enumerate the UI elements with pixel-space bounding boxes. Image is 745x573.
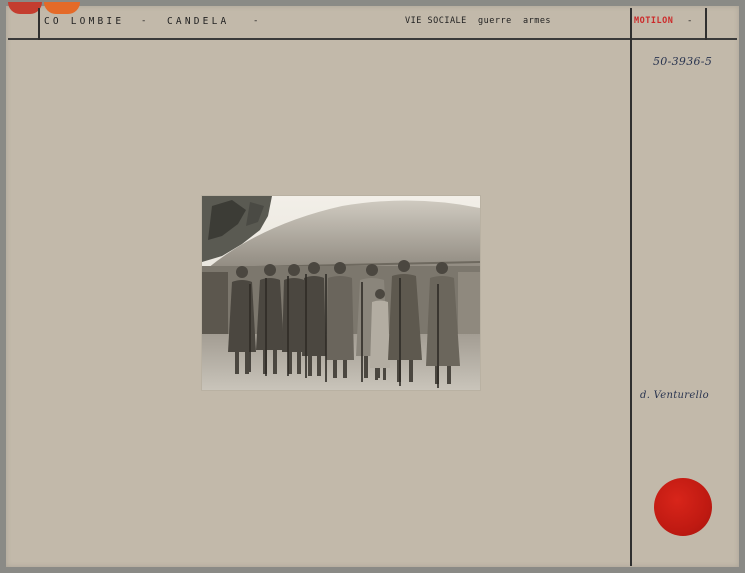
subject-label: VIE SOCIALE guerre armes [405,16,552,26]
header-left-divider [38,8,40,40]
photographer-credit: d. Venturello [640,390,709,401]
header-divider [8,38,737,40]
place-label: CANDELA [167,16,230,27]
photograph-icon [202,196,481,390]
inventory-number: 50-3936-5 [653,55,713,68]
header-right-divider [705,8,707,40]
header-dash: - [141,16,147,26]
red-wax-seal [654,478,712,536]
right-column-divider [630,8,632,566]
header-dash: - [687,16,693,26]
country-label: CO LOMBIE [44,16,125,27]
photograph [202,196,481,390]
header-dash: - [253,16,259,26]
tribe-label: MOTILON [634,16,674,26]
